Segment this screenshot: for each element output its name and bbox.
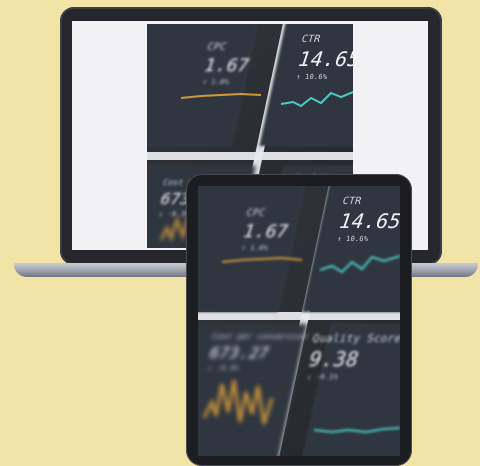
ctr-sparkline <box>319 255 400 274</box>
tablet-sparklines <box>202 255 400 434</box>
ctr-sparkline <box>280 91 353 108</box>
cost-sparkline <box>202 379 274 425</box>
cpc-sparkline <box>221 256 303 263</box>
tablet-dashboard-photo: CPC 1.67 ↑ 1.0% CTR 14.65% ↑ 10.6% Cost … <box>198 186 400 456</box>
quality-sparkline <box>313 427 400 434</box>
cpc-sparkline <box>180 92 262 99</box>
